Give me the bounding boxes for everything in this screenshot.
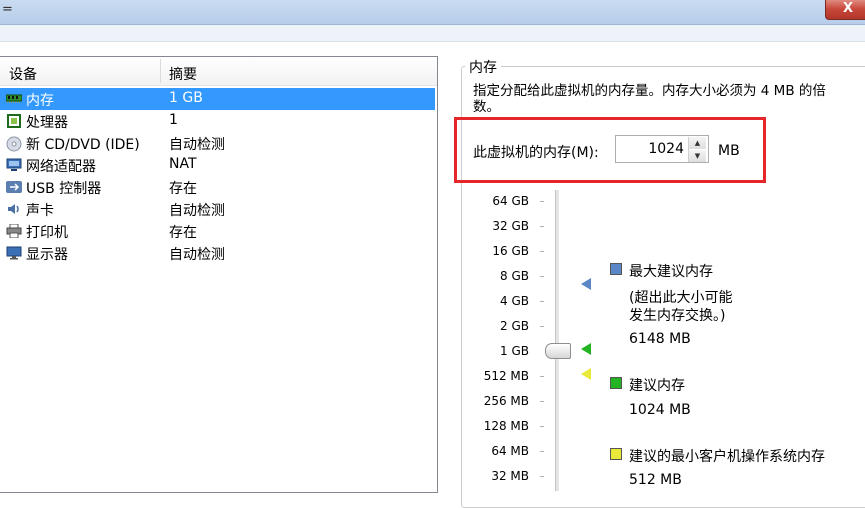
recommended-value: 1024 MB <box>629 402 691 418</box>
max-recommended-value: 6148 MB <box>629 331 691 347</box>
scale-tick <box>540 376 544 377</box>
max-recommended-note-line1: (超出此大小可能 <box>629 290 733 306</box>
scale-tick-label: 64 MB <box>491 444 529 458</box>
spin-up-button[interactable]: ▲ <box>689 137 706 149</box>
scale-tick <box>540 326 544 327</box>
memory-group-title: 内存 <box>465 57 501 77</box>
scale-tick-label: 128 MB <box>483 419 529 433</box>
scale-tick-label: 32 GB <box>492 219 529 233</box>
scale-tick <box>540 226 544 227</box>
device-row-cd-dvd[interactable]: 新 CD/DVD (IDE) 自动检测 <box>0 132 435 154</box>
device-summary: 存在 <box>169 225 197 241</box>
device-row-network-adapter[interactable]: 网络适配器 NAT <box>0 154 435 176</box>
device-name: 新 CD/DVD (IDE) <box>26 137 140 153</box>
device-list-header: 设备 摘要 <box>0 57 437 86</box>
device-summary: NAT <box>169 156 197 172</box>
spin-down-button[interactable]: ▼ <box>689 150 706 162</box>
device-summary: 自动检测 <box>169 137 225 153</box>
scale-tick-label: 8 GB <box>500 269 529 283</box>
max-recommended-note-line2: 发生内存交换。) <box>629 308 726 324</box>
column-header-device[interactable]: 设备 <box>9 64 37 84</box>
cd-dvd-icon <box>6 136 22 152</box>
memory-slider-track[interactable] <box>555 190 559 491</box>
scale-tick <box>540 426 544 427</box>
max-recommended-swatch <box>610 263 622 275</box>
memory-input-label: 此虚拟机的内存(M): <box>473 145 599 161</box>
scale-tick-label: 32 MB <box>491 469 529 483</box>
device-name: 声卡 <box>26 203 54 219</box>
device-name: 显示器 <box>26 247 68 263</box>
memory-size-value[interactable]: 1024 <box>648 141 684 157</box>
scale-tick-label: 256 MB <box>483 394 529 408</box>
close-button[interactable]: X <box>825 0 865 20</box>
title-bar: = X <box>0 0 865 25</box>
device-name: 网络适配器 <box>26 159 96 175</box>
device-name: USB 控制器 <box>26 181 102 197</box>
monitor-icon <box>6 246 22 260</box>
column-separator[interactable] <box>160 59 161 83</box>
scale-tick-label: 1 GB <box>500 344 529 358</box>
printer-icon <box>6 223 22 239</box>
device-summary: 1 GB <box>169 90 203 106</box>
device-name: 内存 <box>26 93 54 109</box>
recommended-swatch <box>610 377 622 389</box>
scale-tick-label: 16 GB <box>492 244 529 258</box>
scale-tick-label: 64 GB <box>492 194 529 208</box>
scale-tick-label: 2 GB <box>500 319 529 333</box>
device-row-monitor[interactable]: 显示器 自动检测 <box>0 242 435 264</box>
device-summary: 自动检测 <box>169 247 225 263</box>
recommended-title: 建议内存 <box>629 378 685 394</box>
title-bar-glyph: = <box>2 2 13 17</box>
scale-tick <box>540 301 544 302</box>
device-row-usb[interactable]: USB 控制器 存在 <box>0 176 435 198</box>
device-row-memory[interactable]: 内存 1 GB <box>0 88 435 110</box>
scale-tick <box>540 476 544 477</box>
processor-icon <box>6 114 22 128</box>
scale-tick <box>540 251 544 252</box>
device-name: 打印机 <box>26 225 68 241</box>
scale-tick-label: 512 MB <box>483 369 529 383</box>
min-guest-title: 建议的最小客户机操作系统内存 <box>629 449 825 465</box>
network-adapter-icon <box>6 158 22 172</box>
scale-tick <box>540 401 544 402</box>
memory-icon <box>5 92 23 106</box>
recommended-marker-icon <box>581 343 591 355</box>
max-recommended-title: 最大建议内存 <box>629 264 713 280</box>
sound-card-icon <box>6 202 22 216</box>
device-row-sound-card[interactable]: 声卡 自动检测 <box>0 198 435 220</box>
device-summary: 1 <box>169 112 178 128</box>
min-guest-swatch <box>610 448 622 460</box>
memory-unit-label: MB <box>718 143 740 159</box>
memory-slider-thumb[interactable] <box>545 343 571 359</box>
min-guest-marker-icon <box>581 368 591 380</box>
memory-description: 指定分配给此虚拟机的内存量。内存大小必须为 4 MB 的倍数。 <box>473 83 826 115</box>
device-name: 处理器 <box>26 115 68 131</box>
max-recommended-marker-icon <box>581 278 591 290</box>
usb-icon <box>6 180 22 194</box>
scale-tick <box>540 451 544 452</box>
device-summary: 存在 <box>169 181 197 197</box>
memory-spinner[interactable]: ▲ ▼ <box>688 137 707 162</box>
device-list[interactable]: 设备 摘要 内存 1 GB 处理器 1 新 CD/DVD (IDE) 自动检测 … <box>0 56 438 493</box>
column-header-summary[interactable]: 摘要 <box>169 64 197 84</box>
scale-tick <box>540 276 544 277</box>
memory-size-input[interactable]: 1024 ▲ ▼ <box>615 135 709 163</box>
menu-strip <box>0 25 865 42</box>
scale-tick <box>540 201 544 202</box>
device-row-processor[interactable]: 处理器 1 <box>0 110 435 132</box>
device-row-printer[interactable]: 打印机 存在 <box>0 220 435 242</box>
device-summary: 自动检测 <box>169 203 225 219</box>
scale-tick-label: 4 GB <box>500 294 529 308</box>
min-guest-value: 512 MB <box>629 472 682 488</box>
